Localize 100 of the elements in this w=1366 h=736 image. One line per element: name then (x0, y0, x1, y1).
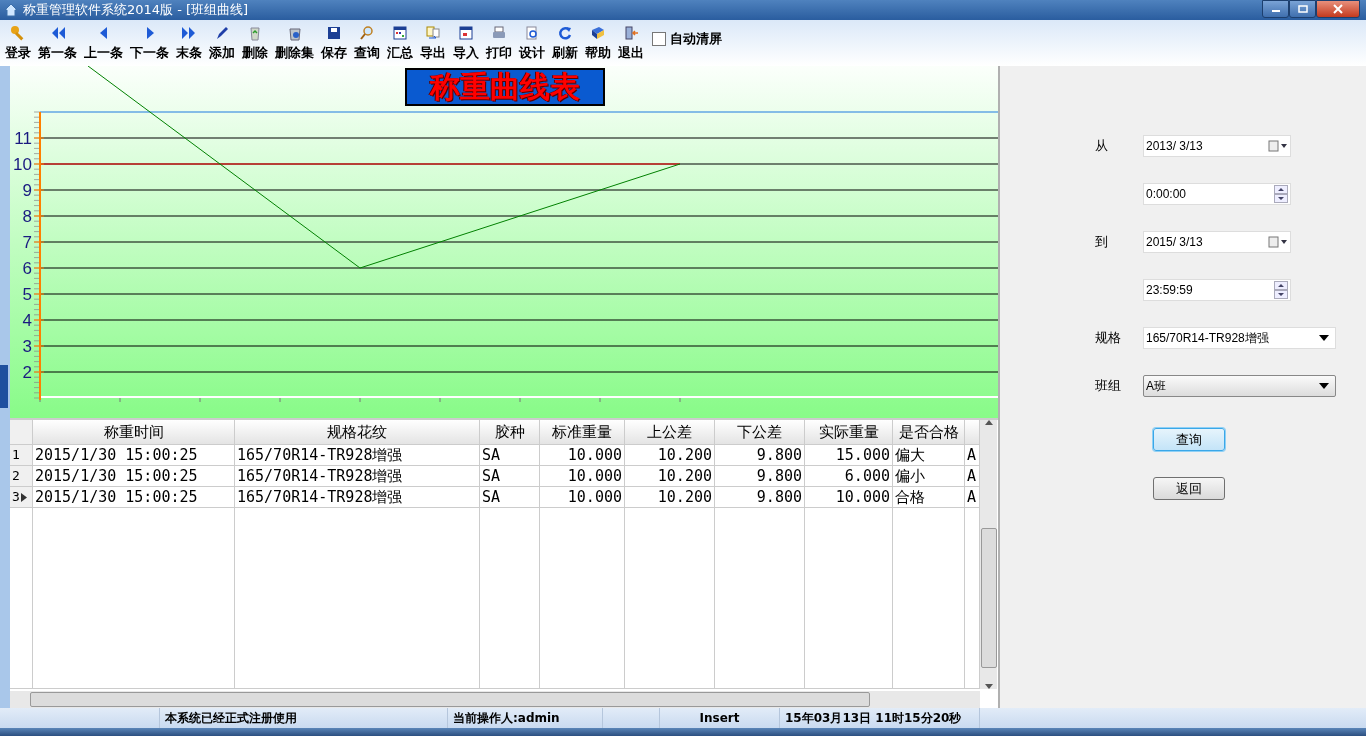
column-header[interactable]: 是否合格 (893, 420, 965, 445)
refresh-icon (557, 24, 573, 41)
axis-label: 3 (22, 337, 32, 356)
time-spinner[interactable]: 23:59:59 (1143, 279, 1291, 301)
toolbar-button[interactable]: 保存 (320, 24, 348, 62)
toolbar-button[interactable]: 导入 (452, 24, 480, 62)
column-header[interactable]: 实际重量 (805, 420, 893, 445)
toolbar-button[interactable]: 设计 (518, 24, 546, 62)
maximize-icon (1297, 5, 1308, 13)
house-icon (4, 3, 18, 17)
scroll-down-icon[interactable] (984, 684, 993, 689)
field-label: 从 (1095, 138, 1108, 153)
table-cell: 合格 (893, 487, 965, 508)
combo-box[interactable]: 165/70R14-TR928增强 (1143, 327, 1336, 349)
row-header[interactable]: 3 (10, 487, 33, 508)
date-picker[interactable]: 2013/ 3/13 (1143, 135, 1291, 157)
printer-icon (491, 24, 507, 41)
table-cell: 10.000 (540, 445, 625, 466)
table-cell: SA (480, 487, 540, 508)
toolbar-button[interactable]: 打印 (485, 24, 513, 62)
axis-label: 11 (14, 129, 32, 148)
field-label: 规格 (1095, 330, 1121, 345)
maximize-button[interactable] (1289, 0, 1316, 18)
chart-title: 称重曲线表 (405, 68, 605, 106)
book-icon (590, 24, 606, 41)
scroll-thumb[interactable] (30, 692, 870, 707)
axis-label: 10 (13, 155, 32, 174)
dropdown-arrow-icon[interactable] (1319, 383, 1329, 389)
table-cell: 6.000 (805, 466, 893, 487)
toolbar-button[interactable]: 刷新 (551, 24, 579, 62)
checkbox[interactable] (652, 32, 666, 46)
table-cell: 165/70R14-TR928增强 (235, 445, 480, 466)
dropdown-arrow-icon[interactable] (1319, 335, 1329, 341)
table-cell: 2015/1/30 15:00:25 (33, 445, 235, 466)
document-magnifier-icon (524, 24, 540, 41)
calendar-dropdown-icon[interactable] (1268, 236, 1288, 248)
toolbar-button[interactable]: 导出 (419, 24, 447, 62)
axis-label: 9 (22, 181, 32, 200)
toolbar-button[interactable]: 上一条 (83, 24, 124, 62)
table-cell: 10.200 (625, 487, 715, 508)
field-label: 到 (1095, 234, 1108, 249)
row-header[interactable]: 1 (10, 445, 33, 466)
column-header[interactable]: 下公差 (715, 420, 805, 445)
pen-icon (214, 24, 230, 41)
table-cell: 9.800 (715, 445, 805, 466)
axis-label: 2 (22, 363, 32, 382)
row-header[interactable]: 2 (10, 466, 33, 487)
field-label: 班组 (1095, 378, 1121, 393)
column-header[interactable]: 标准重量 (540, 420, 625, 445)
action-button[interactable]: 返回 (1153, 477, 1225, 500)
spinner-arrows-icon[interactable] (1274, 281, 1288, 299)
key-icon (10, 24, 26, 41)
table-cell: 15.000 (805, 445, 893, 466)
calendar-dropdown-icon[interactable] (1268, 140, 1288, 152)
toolbar-button[interactable]: 末条 (175, 24, 203, 62)
toolbar-button[interactable]: 第一条 (37, 24, 78, 62)
toolbar-button[interactable]: 删除集 (274, 24, 315, 62)
toolbar-button[interactable]: 添加 (208, 24, 236, 62)
minimize-button[interactable] (1262, 0, 1289, 18)
toolbar-button[interactable]: 汇总 (386, 24, 414, 62)
close-icon (1333, 4, 1343, 14)
scroll-thumb[interactable] (980, 527, 997, 668)
recycle-bin-icon (247, 24, 263, 41)
double-right-arrow-icon (181, 24, 197, 41)
spinner-arrows-icon[interactable] (1274, 185, 1288, 203)
table-cell: 10.000 (540, 466, 625, 487)
toolbar-button[interactable]: 登录 (4, 24, 32, 62)
action-button[interactable]: 查询 (1153, 428, 1225, 451)
table-cell: 2015/1/30 15:00:25 (33, 487, 235, 508)
toolbar-button[interactable]: 帮助 (584, 24, 612, 62)
column-header[interactable]: 胶种 (480, 420, 540, 445)
column-header[interactable]: 规格花纹 (235, 420, 480, 445)
axis-label: 8 (22, 207, 32, 226)
column-header[interactable]: 上公差 (625, 420, 715, 445)
toolbar-button[interactable]: 查询 (353, 24, 381, 62)
scroll-up-icon[interactable] (984, 420, 993, 425)
toolbar-button[interactable]: 下一条 (129, 24, 170, 62)
toolbar-button[interactable]: 退出 (617, 24, 645, 62)
current-row-icon (20, 492, 27, 502)
table-cell: SA (480, 445, 540, 466)
column-header[interactable]: 称重时间 (33, 420, 235, 445)
horizontal-scrollbar[interactable] (10, 691, 980, 708)
table-cell: 10.000 (805, 487, 893, 508)
table-cell: 10.200 (625, 466, 715, 487)
table-cell: 10.000 (540, 487, 625, 508)
exit-door-icon (623, 24, 639, 41)
table-cell: 10.200 (625, 445, 715, 466)
toolbar-button[interactable]: 删除 (241, 24, 269, 62)
close-button[interactable] (1316, 0, 1360, 18)
axis-label: 4 (22, 311, 32, 330)
vertical-scrollbar[interactable] (980, 420, 997, 689)
dropdown[interactable]: A班 (1143, 375, 1336, 397)
calendar-icon (392, 24, 408, 41)
date-picker[interactable]: 2015/ 3/13 (1143, 231, 1291, 253)
time-spinner[interactable]: 0:00:00 (1143, 183, 1291, 205)
table-cell: 165/70R14-TR928增强 (235, 466, 480, 487)
axis-label: 7 (22, 233, 32, 252)
table-cell: 偏小 (893, 466, 965, 487)
auto-clear-checkbox[interactable]: 自动清屏 (652, 30, 722, 48)
collapse-handle[interactable] (0, 365, 8, 408)
